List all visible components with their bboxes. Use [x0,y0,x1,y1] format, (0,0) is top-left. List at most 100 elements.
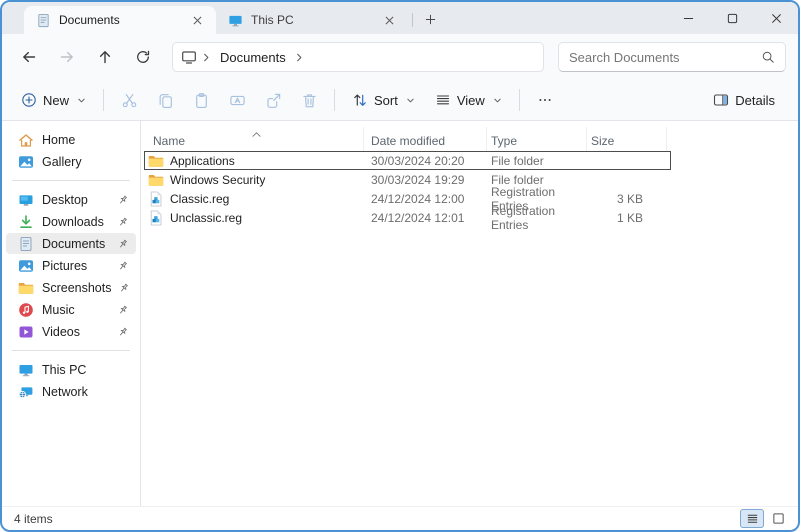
copy-button[interactable] [148,84,182,116]
file-type: Registration Entries [487,204,587,232]
sidebar-item-label: This PC [42,363,86,377]
refresh-button[interactable] [126,41,160,73]
chevron-down-icon [406,96,415,105]
column-header-date-modified[interactable]: Date modified [363,127,486,151]
rename-button[interactable] [220,84,254,116]
back-icon [21,49,37,65]
see-more-button[interactable] [528,84,562,116]
view-icon [435,92,451,108]
file-row-applications[interactable]: Applications 30/03/2024 20:20 File folde… [144,151,671,170]
file-row-unclassic-reg[interactable]: Unclassic.reg 24/12/2024 12:01 Registrat… [144,208,671,227]
new-label: New [43,93,69,108]
sidebar-item-music[interactable]: Music [6,299,136,320]
file-name: Classic.reg [170,192,229,206]
sort-label: Sort [374,93,398,108]
titlebar: Documents This PC [2,2,798,34]
pin-icon [118,217,128,227]
sidebar-item-label: Screenshots [42,281,111,295]
file-row-classic-reg[interactable]: Classic.reg 24/12/2024 12:00 Registratio… [144,189,671,208]
close-tab-icon[interactable] [378,10,400,30]
sort-button[interactable]: Sort [343,84,424,116]
cut-button[interactable] [112,84,146,116]
file-size: 3 KB [587,192,669,206]
sidebar-item-screenshots[interactable]: Screenshots [6,277,136,298]
up-button[interactable] [88,41,122,73]
column-header-type[interactable]: Type [486,127,586,151]
sidebar-item-label: Downloads [42,215,104,229]
sidebar-item-documents[interactable]: Documents [6,233,136,254]
music-icon [18,302,34,318]
computer-icon [18,362,34,378]
file-size: 1 KB [587,211,669,225]
forward-button[interactable] [50,41,84,73]
sidebar-item-label: Videos [42,325,80,339]
sidebar-item-label: Documents [42,237,105,251]
details-view-icon [746,512,759,525]
large-icons-view-icon [772,512,785,525]
delete-icon [301,92,318,109]
sidebar-item-pictures[interactable]: Pictures [6,255,136,276]
sidebar-item-downloads[interactable]: Downloads [6,211,136,232]
tab-label: Documents [59,13,120,27]
close-tab-icon[interactable] [186,10,208,30]
search-input[interactable] [569,50,761,65]
new-plus-icon [21,92,37,108]
pin-icon [118,239,128,249]
new-button[interactable]: New [12,84,95,116]
refresh-icon [135,49,151,65]
registry-file-icon [148,210,164,226]
search-icon [761,50,775,64]
column-header-size[interactable]: Size [586,127,667,151]
details-view-button[interactable] [740,509,764,528]
tab-documents[interactable]: Documents [24,6,216,34]
toolbar-divider [519,89,520,111]
forward-icon [59,49,75,65]
gallery-icon [18,154,34,170]
sidebar-item-gallery[interactable]: Gallery [6,151,136,172]
downloads-icon [18,214,34,230]
sidebar-item-label: Home [42,133,75,147]
navigation-sidebar: Home Gallery Desktop [2,121,140,506]
search-box [558,42,786,72]
chevron-right-icon [294,52,305,63]
delete-button[interactable] [292,84,326,116]
sidebar-item-this-pc[interactable]: This PC [6,359,136,380]
large-icons-view-button[interactable] [766,509,790,528]
sidebar-item-label: Pictures [42,259,87,273]
back-button[interactable] [12,41,46,73]
pin-icon [118,261,128,271]
view-button[interactable]: View [426,84,511,116]
close-window-button[interactable] [754,2,798,34]
sidebar-item-desktop[interactable]: Desktop [6,189,136,210]
maximize-icon [727,13,738,24]
toolbar-divider [103,89,104,111]
status-bar: 4 items [2,506,798,530]
chevron-right-icon [201,52,212,63]
new-tab-button[interactable] [417,7,443,31]
sort-ascending-icon [251,125,262,143]
file-list-pane: Name Date modified Type Size Application… [141,121,798,506]
item-count: 4 items [14,512,53,526]
file-name: Applications [170,154,235,168]
paste-button[interactable] [184,84,218,116]
file-type: File folder [487,154,587,168]
breadcrumb-location[interactable]: Documents [216,50,290,65]
sidebar-item-home[interactable]: Home [6,129,136,150]
pin-icon [118,305,128,315]
minimize-button[interactable] [666,2,710,34]
plus-icon [425,14,436,25]
sidebar-item-videos[interactable]: Videos [6,321,136,342]
pin-icon [118,327,128,337]
view-toggles [740,509,790,528]
tab-this-pc[interactable]: This PC [216,6,408,34]
toolbar-divider [334,89,335,111]
registry-file-icon [148,191,164,207]
file-row-windows-security[interactable]: Windows Security 30/03/2024 19:29 File f… [144,170,671,189]
rename-icon [229,92,246,109]
details-pane-button[interactable]: Details [704,84,784,116]
maximize-button[interactable] [710,2,754,34]
address-bar[interactable]: Documents [172,42,544,72]
sidebar-item-network[interactable]: Network [6,381,136,402]
file-date: 30/03/2024 20:20 [364,154,487,168]
share-button[interactable] [256,84,290,116]
